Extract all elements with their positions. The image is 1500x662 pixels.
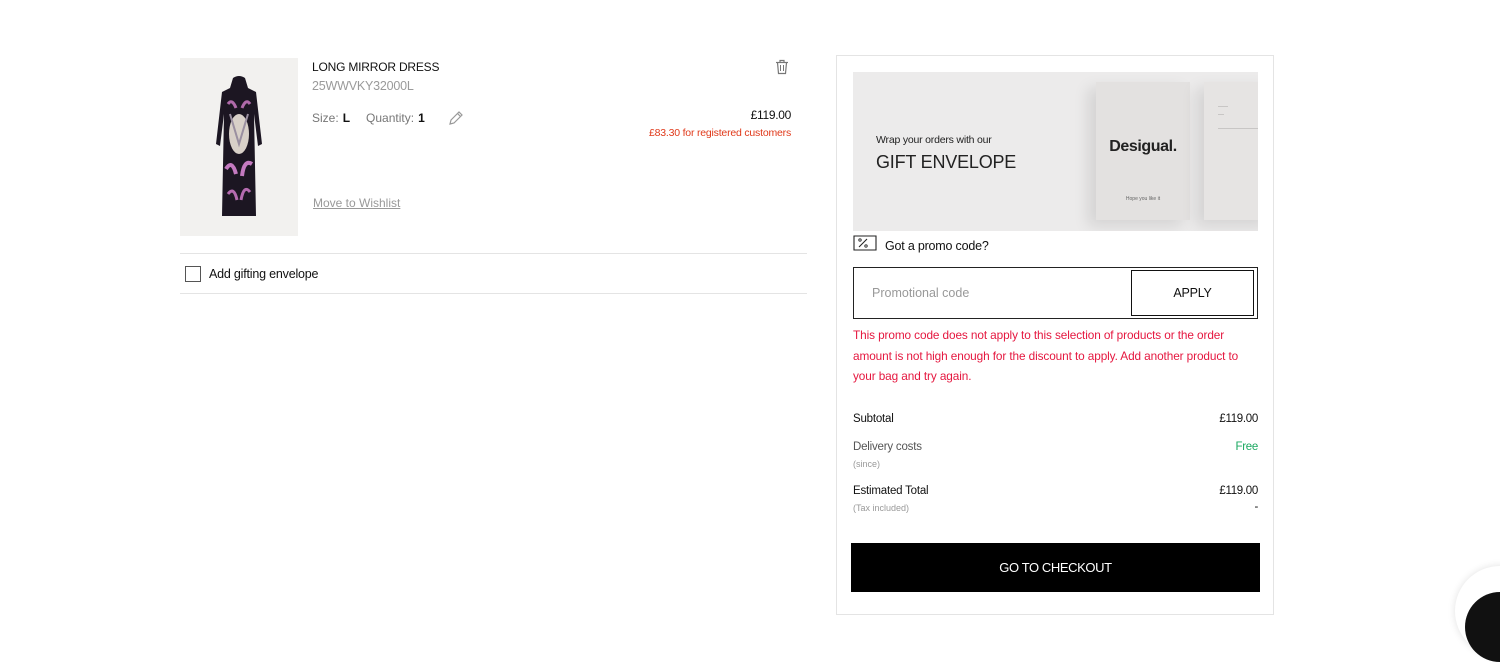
gifting-envelope-label[interactable]: Add gifting envelope — [209, 267, 318, 281]
subtotal-value: £119.00 — [1219, 413, 1258, 425]
size-label: Size: — [312, 111, 339, 125]
total-value: £119.00 — [1219, 485, 1258, 497]
order-summary: Wrap your orders with our GIFT ENVELOPE … — [836, 55, 1274, 615]
envelope-image: Desigual. Hope you like it — [1096, 82, 1190, 220]
move-to-wishlist-link[interactable]: Move to Wishlist — [313, 196, 400, 210]
apply-button[interactable]: APPLY — [1131, 270, 1254, 316]
total-extra: - — [1254, 501, 1258, 513]
promo-error-message: This promo code does not apply to this s… — [853, 328, 1239, 383]
brand-logo: Desigual. — [1109, 138, 1177, 155]
registered-price: £83.30 for registered customers — [648, 127, 791, 139]
gifting-envelope-row[interactable]: Add gifting envelope — [180, 253, 807, 294]
checkout-button[interactable]: GO TO CHECKOUT — [851, 543, 1260, 592]
pencil-icon[interactable] — [447, 109, 465, 127]
promo-code-input[interactable] — [855, 269, 1142, 317]
subtotal-label: Subtotal — [853, 413, 894, 425]
cart-item: LONG MIRROR DRESS 25WWVKY32000L Size: L … — [180, 58, 807, 253]
delivery-value: Free — [1235, 441, 1259, 453]
product-reference: 25WWVKY32000L — [312, 79, 414, 93]
quantity-label: Quantity: — [366, 111, 415, 125]
total-sub: (Tax included) — [853, 503, 910, 513]
quantity-value: 1 — [418, 111, 425, 125]
delivery-label: Delivery costs — [853, 441, 922, 453]
chat-widget[interactable] — [1455, 566, 1500, 662]
promo-code-form: APPLY — [853, 267, 1258, 319]
envelope-image-back — [1204, 82, 1258, 220]
delivery-sub: (since) — [853, 459, 881, 469]
gifting-envelope-checkbox[interactable] — [185, 265, 201, 282]
trash-icon[interactable] — [775, 59, 789, 75]
product-image[interactable] — [180, 58, 298, 236]
envelope-tagline: Hope you like it — [1125, 196, 1161, 202]
dress-image — [216, 76, 262, 216]
chat-icon — [1465, 592, 1500, 662]
total-label: Estimated Total — [853, 485, 929, 497]
banner-title: GIFT ENVELOPE — [876, 152, 1017, 172]
gift-envelope-banner[interactable]: Wrap your orders with our GIFT ENVELOPE … — [853, 72, 1258, 231]
promo-code-toggle-label[interactable]: Got a promo code? — [885, 239, 989, 253]
product-price: £119.00 — [750, 108, 792, 122]
promo-code-toggle[interactable]: Got a promo code? — [853, 235, 989, 256]
ticket-icon — [853, 235, 877, 256]
product-options: Size: L Quantity: 1 — [312, 109, 465, 127]
size-value: L — [342, 111, 351, 125]
product-name[interactable]: LONG MIRROR DRESS — [312, 60, 439, 74]
banner-subtitle: Wrap your orders with our — [876, 134, 992, 146]
